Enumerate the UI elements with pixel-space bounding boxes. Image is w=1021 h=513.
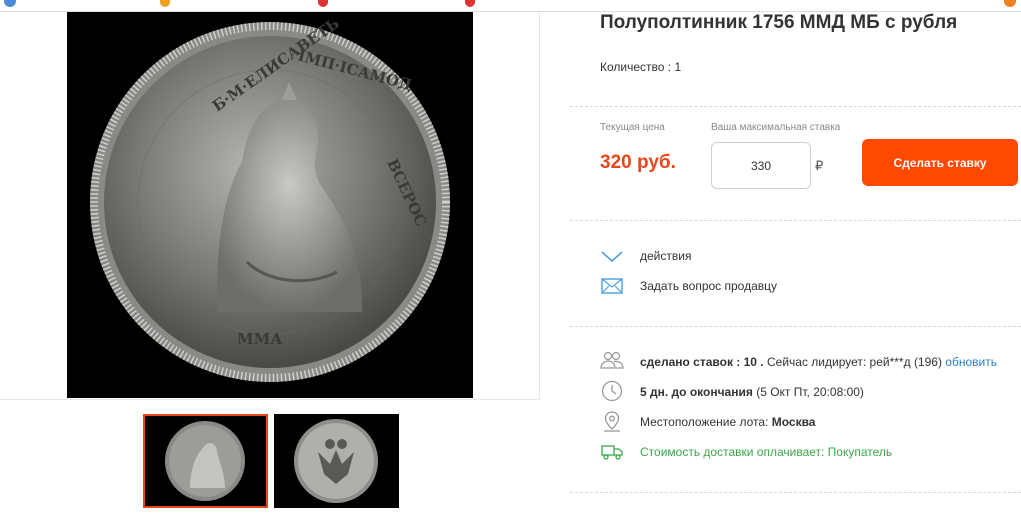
bids-count: сделано ставок : 10 . <box>640 355 764 369</box>
shipping-text: Стоимость доставки оплачивает: Покупател… <box>640 445 893 459</box>
map-pin-icon <box>600 409 624 433</box>
clock-icon <box>600 379 624 403</box>
max-bid-label: Ваша максимальная ставка <box>711 122 841 133</box>
divider <box>570 492 1021 493</box>
thumbnail-reverse[interactable] <box>274 414 399 508</box>
bids-row: сделано ставок : 10 . Сейчас лидирует: р… <box>640 355 997 369</box>
end-date: (5 Окт Пт, 20:08:00) <box>756 385 864 399</box>
thumbnail-obverse[interactable] <box>143 414 268 508</box>
bookmark-icon[interactable] <box>318 0 328 7</box>
current-price-label: Текущая цена <box>600 122 665 133</box>
users-icon <box>600 348 624 372</box>
chevron-down-icon[interactable] <box>600 245 624 269</box>
actions-link[interactable]: действия <box>640 249 691 263</box>
refresh-link[interactable]: обновить <box>945 355 997 369</box>
time-left: 5 дн. до окончания <box>640 385 753 399</box>
leader-text: Сейчас лидирует: рей***д (196) <box>766 355 942 369</box>
location-value: Москва <box>771 415 816 429</box>
divider <box>570 220 1021 221</box>
bookmark-icon[interactable] <box>1004 0 1016 7</box>
max-bid-input[interactable] <box>711 142 811 189</box>
bookmark-icon[interactable] <box>4 0 16 7</box>
envelope-icon[interactable] <box>600 274 624 298</box>
divider <box>570 106 1021 107</box>
place-bid-button[interactable]: Сделать ставку <box>862 139 1018 186</box>
truck-icon <box>600 439 624 463</box>
time-row: 5 дн. до окончания (5 Окт Пт, 20:08:00) <box>640 385 864 399</box>
current-price: 320 руб. <box>600 152 676 173</box>
svg-text:ММА: ММА <box>237 330 283 348</box>
divider <box>570 326 1021 327</box>
quantity-label: Количество : 1 <box>600 60 682 74</box>
location-row: Местоположение лота: Москва <box>640 415 815 429</box>
bookmarks-bar <box>0 0 1021 12</box>
main-photo-frame: Б·М·ЕЛИСАВЕТЬ IМП·IСАМОД ВСЕРОС ММА <box>0 12 540 400</box>
ask-seller-link[interactable]: Задать вопрос продавцу <box>640 279 777 293</box>
bookmark-icon[interactable] <box>160 0 170 7</box>
main-coin-photo[interactable]: Б·М·ЕЛИСАВЕТЬ IМП·IСАМОД ВСЕРОС ММА <box>67 12 473 398</box>
location-label: Местоположение лота: <box>640 415 769 429</box>
ruble-sign: ₽ <box>815 158 824 173</box>
lot-title: Полуполтинник 1756 ММД МБ с рубля <box>600 12 958 33</box>
bookmark-icon[interactable] <box>465 0 475 7</box>
